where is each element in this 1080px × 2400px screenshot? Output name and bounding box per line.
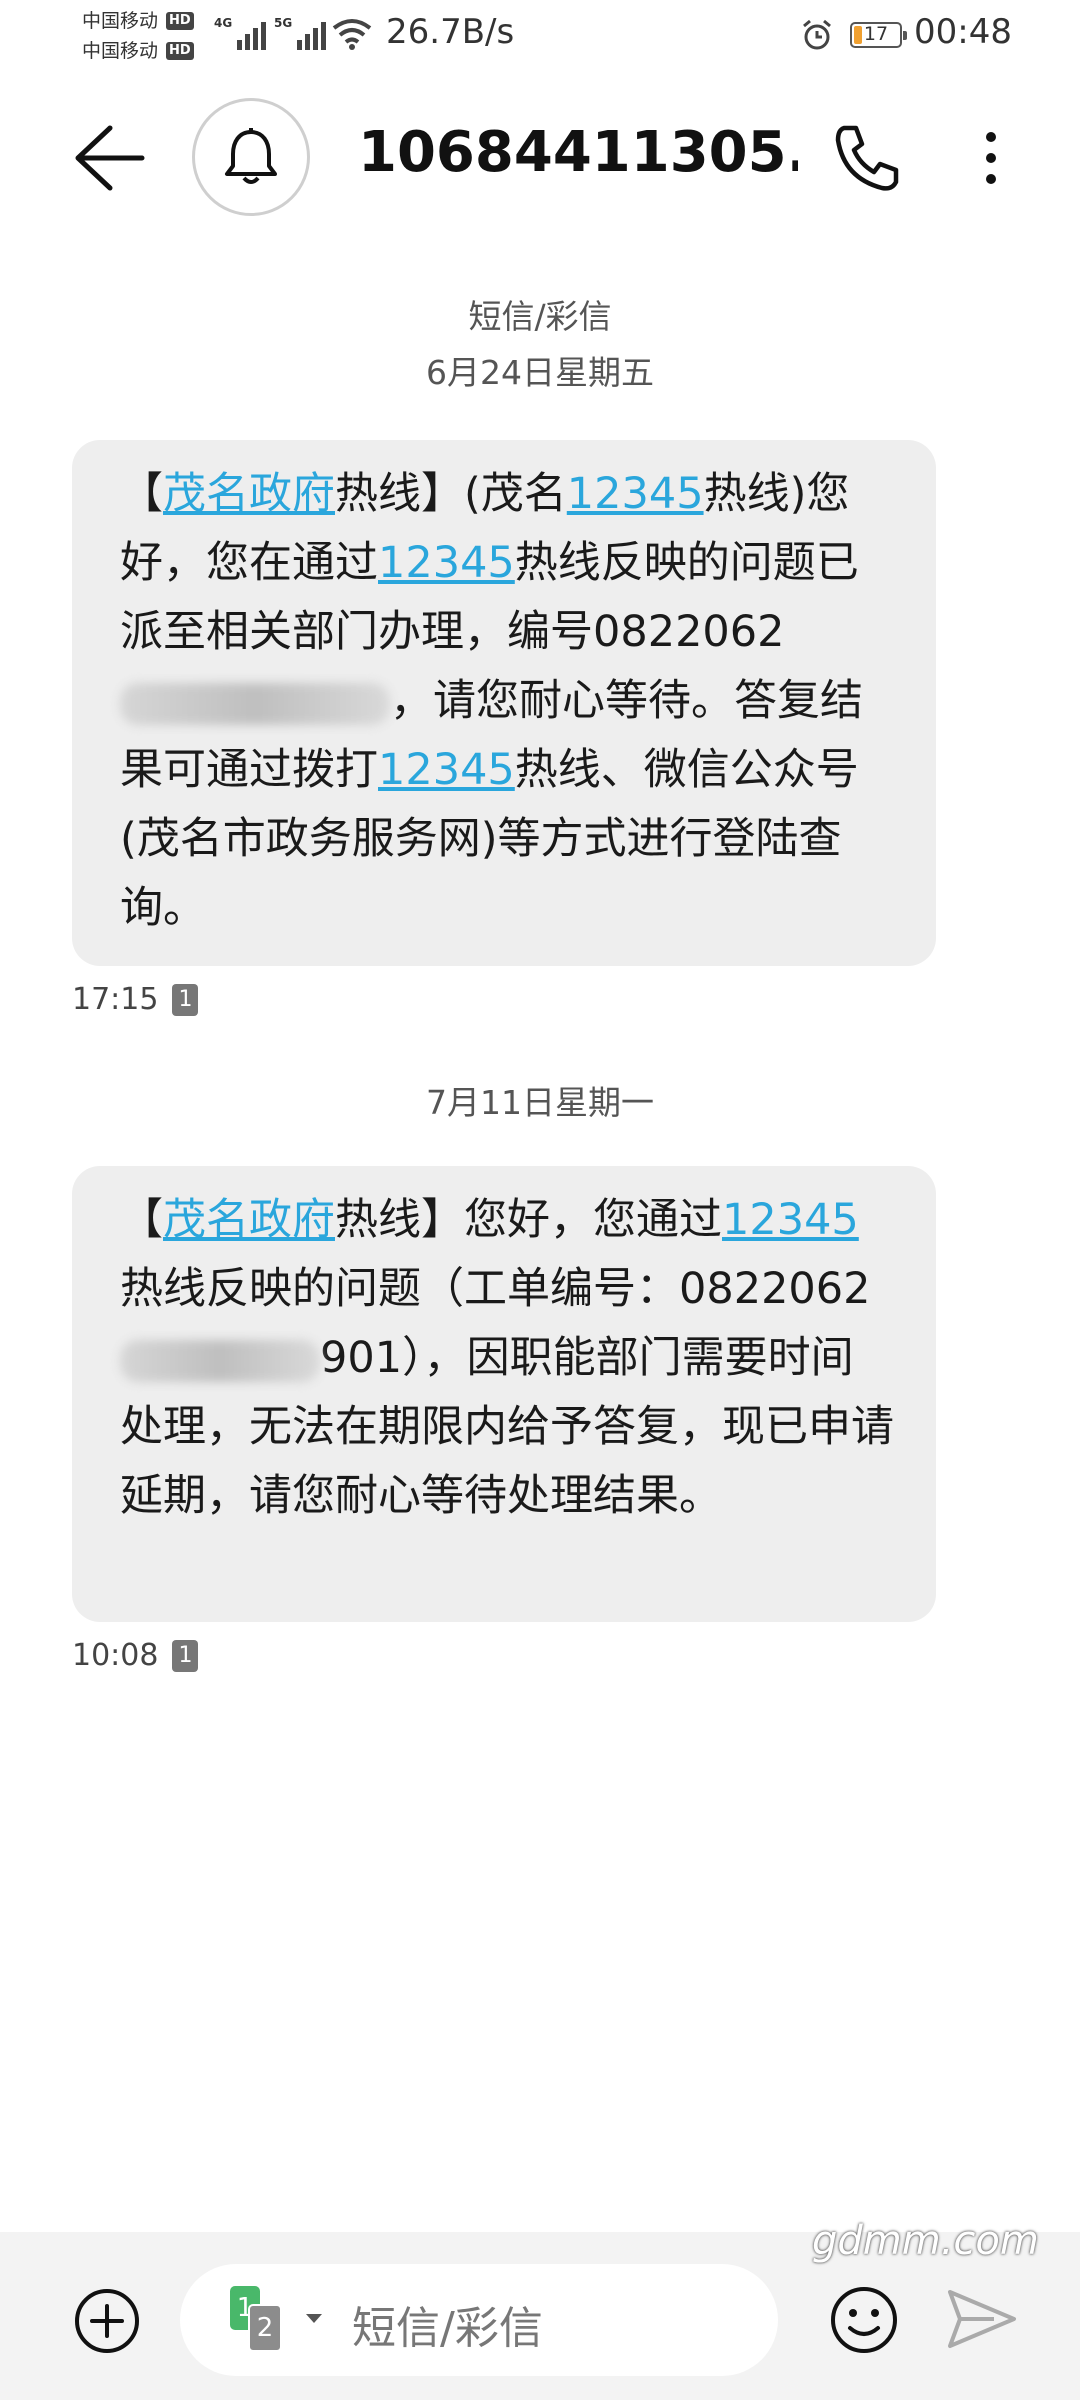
- date-separator-2: 7月11日星期一: [426, 1083, 654, 1122]
- notification-button[interactable]: [192, 98, 310, 216]
- message-bubble-2[interactable]: 【茂名政府热线】您好，您通过12345热线反映的问题（工单编号：08220629…: [72, 1166, 936, 1622]
- conversation-type-label: 短信/彩信: [468, 297, 612, 336]
- more-vertical-icon[interactable]: [960, 120, 1022, 196]
- carrier-info: 中国移动 HD 中国移动 HD: [82, 6, 212, 66]
- carrier-1-label: 中国移动: [82, 10, 159, 32]
- sim-1-icon: 1: [172, 983, 199, 1016]
- watermark: gdmm.com: [812, 2218, 1039, 2264]
- message-input[interactable]: 1 2 短信/彩信: [180, 2264, 778, 2376]
- conversation-header: 10684411305...: [0, 80, 1080, 230]
- msg1-link-gov[interactable]: 茂名政府: [163, 469, 335, 519]
- date-separator-1: 6月24日星期五: [426, 353, 654, 392]
- net-speed: 26.7B/s: [386, 12, 515, 52]
- add-attachment-icon[interactable]: [72, 2286, 142, 2356]
- msg1-text: 【: [120, 469, 163, 519]
- message-2-time: 10:08: [72, 1638, 159, 1673]
- network-2-label: 5G: [274, 16, 293, 30]
- message-1-meta: 17:15 1: [72, 982, 199, 1017]
- network-1-label: 4G: [214, 16, 233, 30]
- signal-1-icon: 4G: [214, 16, 267, 50]
- signal-2-icon: 5G: [274, 16, 327, 50]
- phone-icon[interactable]: [830, 120, 906, 196]
- emoji-icon[interactable]: [828, 2284, 900, 2356]
- message-1-time: 17:15: [72, 982, 159, 1017]
- bell-icon: [225, 128, 277, 184]
- msg2-link-gov[interactable]: 茂名政府: [163, 1195, 335, 1245]
- msg1-link-12345[interactable]: 12345: [567, 469, 704, 519]
- chevron-down-icon: [306, 2314, 322, 2323]
- redacted-blur: [120, 682, 390, 725]
- message-bubble-1[interactable]: 【茂名政府热线】(茂名12345热线)您好，您在通过12345热线反映的问题已派…: [72, 440, 936, 966]
- hd-badge-2: HD: [166, 42, 194, 60]
- msg1-text: 热线】(茂名: [335, 469, 567, 519]
- sim-2-badge: 2: [248, 2304, 282, 2352]
- back-arrow-icon[interactable]: [70, 120, 150, 196]
- msg1-link-12345[interactable]: 12345: [378, 538, 515, 588]
- battery-level: 17: [863, 23, 889, 45]
- msg1-link-12345[interactable]: 12345: [378, 745, 515, 795]
- msg2-link-12345[interactable]: 12345: [722, 1195, 859, 1245]
- wifi-icon: [332, 19, 372, 50]
- msg2-text: 热线】您好，您通过: [335, 1195, 722, 1245]
- status-bar: 中国移动 HD 中国移动 HD 4G 5G 26.7B/s 17 00:48: [0, 0, 1080, 72]
- redacted-blur: [120, 1339, 320, 1382]
- input-placeholder: 短信/彩信: [352, 2303, 543, 2354]
- battery-icon: 17: [850, 22, 907, 48]
- send-icon[interactable]: [944, 2284, 1020, 2354]
- msg2-text: 【: [120, 1195, 163, 1245]
- sim-1-icon: 1: [172, 1639, 199, 1672]
- message-2-meta: 10:08 1: [72, 1638, 199, 1673]
- status-time: 00:48: [914, 12, 1012, 52]
- hd-badge-1: HD: [166, 12, 194, 30]
- msg2-text: 热线反映的问题（工单编号：0822062: [120, 1264, 871, 1314]
- alarm-icon: [803, 19, 831, 50]
- sim-selector[interactable]: 1 2: [230, 2286, 322, 2356]
- carrier-2-label: 中国移动: [82, 40, 159, 62]
- contact-title: 10684411305...: [358, 120, 798, 185]
